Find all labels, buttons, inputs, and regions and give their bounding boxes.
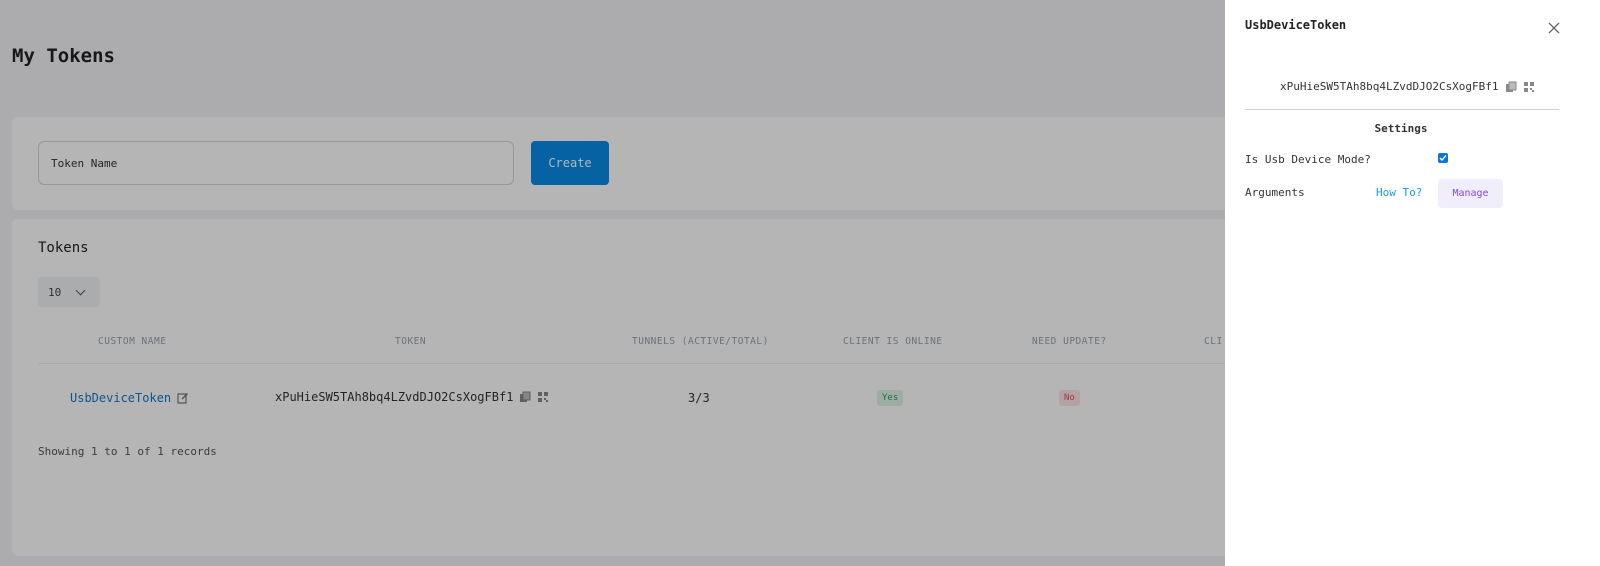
drawer-token-value: xPuHieSW5TAh8bq4LZvdDJO2CsXogFBf1 bbox=[1280, 80, 1499, 93]
close-icon[interactable] bbox=[1548, 22, 1560, 34]
usb-mode-checkbox[interactable] bbox=[1438, 153, 1448, 163]
check-icon bbox=[1439, 155, 1447, 162]
settings-heading: Settings bbox=[1374, 122, 1428, 135]
modal-backdrop[interactable] bbox=[0, 0, 1225, 566]
usb-mode-label: Is Usb Device Mode? bbox=[1245, 153, 1371, 166]
drawer-title: UsbDeviceToken bbox=[1245, 18, 1347, 32]
qr-code-icon[interactable] bbox=[1523, 81, 1535, 93]
how-to-link[interactable]: How To? bbox=[1376, 186, 1422, 199]
copy-icon[interactable] bbox=[1505, 81, 1517, 93]
manage-button[interactable]: Manage bbox=[1438, 179, 1503, 208]
drawer-token-row: xPuHieSW5TAh8bq4LZvdDJO2CsXogFBf1 bbox=[1280, 80, 1535, 93]
token-settings-drawer: UsbDeviceToken xPuHieSW5TAh8bq4LZvdDJO2C… bbox=[1225, 0, 1600, 566]
arguments-label: Arguments bbox=[1245, 186, 1305, 199]
drawer-divider bbox=[1245, 109, 1559, 110]
